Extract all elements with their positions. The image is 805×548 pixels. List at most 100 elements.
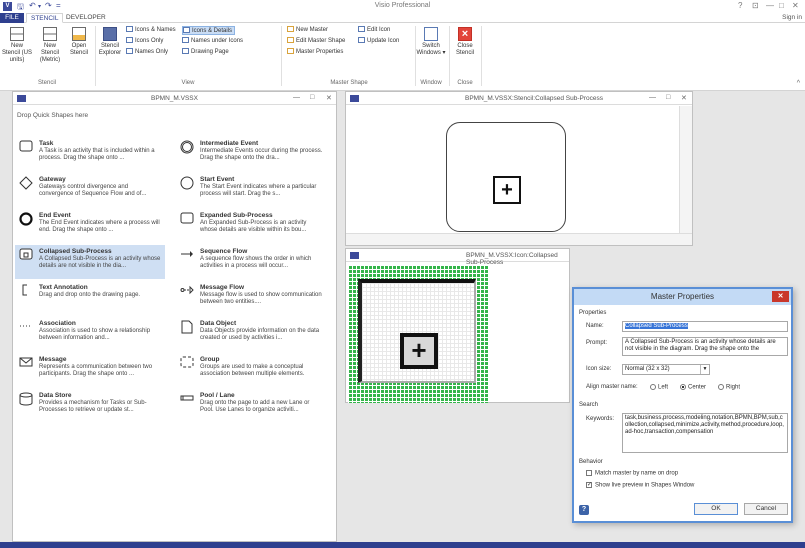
search-section-label: Search bbox=[579, 402, 599, 408]
window-title: Visio Professional bbox=[374, 2, 431, 9]
minimize-icon[interactable]: — bbox=[649, 94, 656, 101]
horizontal-scrollbar[interactable] bbox=[346, 233, 692, 245]
close-icon[interactable]: ✕ bbox=[326, 94, 332, 102]
help-icon[interactable]: ? bbox=[738, 1, 742, 10]
update-icon-button[interactable]: Update Icon bbox=[358, 37, 399, 46]
stencil-window-title: BPMN_M.VSSX bbox=[151, 95, 198, 102]
group-label-master-shape: Master Shape bbox=[330, 80, 368, 86]
shape-message-flow[interactable]: Message Flow Message flow is used to sho… bbox=[176, 281, 326, 315]
task-icon bbox=[19, 140, 33, 152]
help-icon[interactable]: ? bbox=[579, 505, 589, 515]
shape-sequence-flow[interactable]: Sequence Flow A sequence flow shows the … bbox=[176, 245, 326, 279]
shape-data-store[interactable]: Data Store Provides a mechanism for Task… bbox=[15, 389, 165, 423]
keywords-field[interactable]: task,business,process,modeling,notation,… bbox=[622, 413, 788, 453]
edit-icon-button[interactable]: Edit Icon bbox=[358, 26, 390, 35]
shape-group[interactable]: Group Groups are used to make a conceptu… bbox=[176, 353, 326, 387]
names-under-icons-option[interactable]: Names under Icons bbox=[182, 37, 243, 46]
align-left-radio[interactable]: Left bbox=[650, 384, 668, 391]
shape-start-event[interactable]: Start Event The Start Event indicates wh… bbox=[176, 173, 326, 207]
group-icon bbox=[180, 356, 194, 368]
shape-data-object[interactable]: Data Object Data Objects provide informa… bbox=[176, 317, 326, 351]
collapse-ribbon-icon[interactable]: ^ bbox=[797, 80, 800, 87]
maximize-icon[interactable]: □ bbox=[310, 94, 314, 101]
ribbon-display-icon[interactable]: ⊡ bbox=[752, 1, 759, 10]
align-master-name-label: Align master name: bbox=[586, 384, 638, 390]
icons-names-option[interactable]: Icons & Names bbox=[126, 26, 176, 35]
match-master-checkbox[interactable]: Match master by name on drop bbox=[586, 470, 678, 477]
group-label-window: Window bbox=[420, 80, 442, 86]
document-icon bbox=[350, 252, 359, 259]
stencil-explorer-button[interactable]: Stencil Explorer bbox=[98, 27, 122, 57]
prompt-label: Prompt: bbox=[586, 340, 608, 346]
name-field[interactable]: Collapsed Sub-Process bbox=[622, 321, 788, 332]
prompt-field[interactable]: A Collapsed Sub-Process is an activity w… bbox=[622, 337, 788, 356]
stencil-window: BPMN_M.VSSX — □ ✕ Drop Quick Shapes here… bbox=[12, 91, 337, 542]
new-stencil-metric-button[interactable]: New Stencil (Metric) bbox=[35, 27, 65, 64]
new-master-button[interactable]: New Master bbox=[287, 26, 328, 35]
tab-developer[interactable]: DEVELOPER bbox=[62, 13, 110, 23]
close-stencil-button[interactable]: × Close Stencil bbox=[452, 27, 478, 57]
shape-pool-lane[interactable]: Pool / Lane Drag onto the page to add a … bbox=[176, 389, 326, 423]
group-separator bbox=[481, 26, 482, 86]
names-under-icons-icon bbox=[182, 37, 189, 44]
open-stencil-button[interactable]: Open Stencil bbox=[67, 27, 91, 57]
end-event-icon bbox=[19, 212, 33, 226]
maximize-icon[interactable]: □ bbox=[779, 1, 784, 10]
master-properties-dialog: Master Properties ✕ Properties Name: Col… bbox=[572, 287, 793, 523]
icons-details-icon bbox=[183, 27, 190, 34]
show-live-preview-checkbox[interactable]: ✓ Show live preview in Shapes Window bbox=[586, 482, 694, 489]
title-bar: V 🖫 ↶ ▾ ↷ = Visio Professional ? ⊡ — □ ✕ bbox=[0, 0, 805, 13]
shape-task[interactable]: Task A Task is an activity that is inclu… bbox=[15, 137, 165, 171]
icons-only-option[interactable]: Icons Only bbox=[126, 37, 163, 46]
shape-intermediate-event[interactable]: Intermediate Event Intermediate Events o… bbox=[176, 137, 326, 171]
update-icon-icon bbox=[358, 37, 365, 44]
maximize-icon[interactable]: □ bbox=[666, 94, 670, 101]
dialog-close-button[interactable]: ✕ bbox=[772, 291, 789, 302]
name-label: Name: bbox=[586, 323, 604, 329]
ok-button[interactable]: OK bbox=[694, 503, 738, 515]
cancel-button[interactable]: Cancel bbox=[744, 503, 788, 515]
association-icon bbox=[19, 320, 33, 332]
align-right-radio[interactable]: Right bbox=[718, 384, 740, 391]
minimize-icon[interactable]: — bbox=[293, 94, 300, 101]
close-icon[interactable]: ✕ bbox=[792, 1, 799, 10]
drawing-canvas[interactable]: + bbox=[346, 106, 680, 234]
edit-master-shape-button[interactable]: Edit Master Shape bbox=[287, 37, 345, 46]
icon-editor-title: BPMN_M.VSSX:Icon:Collapsed Sub-Process bbox=[466, 252, 558, 266]
icons-names-icon bbox=[126, 26, 133, 33]
shape-text-annotation[interactable]: Text Annotation Drag and drop onto the d… bbox=[15, 281, 165, 315]
icon-editor-titlebar: BPMN_M.VSSX:Icon:Collapsed Sub-Process bbox=[346, 249, 569, 266]
vertical-scrollbar[interactable] bbox=[679, 106, 692, 234]
master-shape-window: BPMN_M.VSSX:Stencil:Collapsed Sub-Proces… bbox=[345, 91, 693, 246]
master-properties-button[interactable]: Master Properties bbox=[287, 48, 343, 57]
icon-editor-window: BPMN_M.VSSX:Icon:Collapsed Sub-Process + bbox=[345, 248, 570, 403]
stencil-window-titlebar: BPMN_M.VSSX — □ ✕ bbox=[13, 92, 336, 105]
icon-size-select[interactable]: Normal (32 x 32) ▼ bbox=[622, 364, 710, 375]
icons-details-option[interactable]: Icons & Details bbox=[182, 26, 236, 35]
sign-in-link[interactable]: Sign in bbox=[782, 14, 802, 21]
minimize-icon[interactable]: — bbox=[766, 1, 774, 10]
collapsed-sub-process-shape[interactable]: + bbox=[446, 122, 566, 232]
group-separator bbox=[281, 26, 282, 86]
new-stencil-us-button[interactable]: New Stencil (US units) bbox=[2, 27, 32, 64]
status-bar bbox=[0, 542, 805, 548]
gateway-icon bbox=[19, 176, 33, 190]
close-icon[interactable]: ✕ bbox=[681, 94, 687, 102]
switch-windows-button[interactable]: Switch Windows ▾ bbox=[416, 27, 446, 57]
icon-pixel-grid[interactable]: + bbox=[348, 265, 488, 403]
plus-marker: + bbox=[493, 176, 521, 204]
message-icon bbox=[19, 356, 33, 368]
shape-expanded-sub-process[interactable]: Expanded Sub-Process An Expanded Sub-Pro… bbox=[176, 209, 326, 243]
shape-collapsed-sub-process[interactable]: Collapsed Sub-Process A Collapsed Sub-Pr… bbox=[15, 245, 165, 279]
shape-association[interactable]: Association Association is used to show … bbox=[15, 317, 165, 351]
names-only-option[interactable]: Names Only bbox=[126, 48, 168, 57]
tab-file[interactable]: FILE bbox=[0, 13, 24, 23]
sequence-flow-icon bbox=[180, 248, 194, 260]
shape-gateway[interactable]: Gateway Gateways control divergence and … bbox=[15, 173, 165, 207]
keywords-label: Keywords: bbox=[586, 416, 615, 422]
align-center-radio[interactable]: Center bbox=[680, 384, 706, 391]
tab-stencil[interactable]: STENCIL bbox=[26, 13, 64, 23]
drawing-page-option[interactable]: Drawing Page bbox=[182, 48, 229, 57]
shape-end-event[interactable]: End Event The End Event indicates where … bbox=[15, 209, 165, 243]
shape-message[interactable]: Message Represents a communication betwe… bbox=[15, 353, 165, 387]
